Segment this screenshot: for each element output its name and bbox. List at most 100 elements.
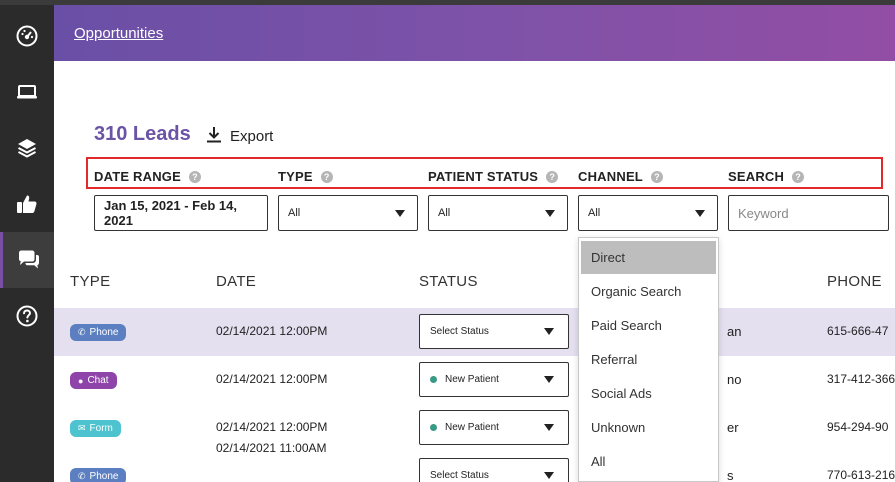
column-header-type[interactable]: TYPE <box>70 273 110 290</box>
laptop-icon <box>16 83 38 101</box>
type-badge: ✆ Phone <box>70 468 127 482</box>
sidebar-item-dashboard[interactable] <box>0 8 54 64</box>
help-tooltip-icon[interactable]: ? <box>320 170 333 183</box>
sidebar-item-devices[interactable] <box>0 64 54 120</box>
row-name[interactable]: s <box>727 468 734 482</box>
date-range-picker[interactable]: Jan 15, 2021 - Feb 14, 2021 <box>94 195 268 231</box>
row-phone: 317-412-366 <box>827 372 895 386</box>
channel-label-text: CHANNEL <box>578 169 643 184</box>
column-header-phone[interactable]: PHONE <box>827 273 882 290</box>
column-header-status[interactable]: STATUS <box>419 273 478 290</box>
type-select[interactable]: All <box>278 195 418 231</box>
type-select-value: All <box>288 207 301 219</box>
chat-bubble-icon: ● <box>78 375 84 386</box>
help-tooltip-icon[interactable]: ? <box>546 170 559 183</box>
help-icon <box>15 304 39 328</box>
status-select-value: New Patient <box>445 422 499 433</box>
type-badge-label: Phone <box>89 471 119 482</box>
chevron-down-icon <box>395 210 405 217</box>
sidebar-item-layers[interactable] <box>0 120 54 176</box>
dashboard-icon <box>15 24 39 48</box>
chevron-down-icon <box>544 472 554 479</box>
type-label: TYPE ? <box>278 169 333 184</box>
row-name[interactable]: no <box>727 372 741 387</box>
channel-select-value: All <box>588 207 601 219</box>
date-range-label-text: DATE RANGE <box>94 169 181 184</box>
sidebar-item-reviews[interactable] <box>0 176 54 232</box>
type-badge-label: Chat <box>87 375 109 386</box>
help-tooltip-icon[interactable]: ? <box>650 170 663 183</box>
channel-option-referral[interactable]: Referral <box>579 342 718 376</box>
type-label-text: TYPE <box>278 169 313 184</box>
table-row[interactable]: ✉ Form 02/14/2021 12:00PM New Patient er… <box>54 404 895 452</box>
chevron-down-icon <box>544 424 554 431</box>
sidebar <box>0 5 54 482</box>
type-badge: ✉ Form <box>70 420 121 437</box>
chevron-down-icon <box>695 210 705 217</box>
patient-status-select[interactable]: All <box>428 195 568 231</box>
download-icon <box>206 126 222 147</box>
row-phone: 954-294-90 <box>827 420 889 434</box>
help-tooltip-icon[interactable]: ? <box>792 170 805 183</box>
phone-icon: ✆ <box>78 471 86 481</box>
row-name[interactable]: er <box>727 420 739 435</box>
channel-option-social-ads[interactable]: Social Ads <box>579 376 718 410</box>
envelope-icon: ✉ <box>78 423 86 433</box>
channel-option-direct[interactable]: Direct <box>581 241 716 274</box>
status-select-value: Select Status <box>430 470 489 481</box>
export-button[interactable]: Export <box>206 126 273 147</box>
breadcrumb-opportunities[interactable]: Opportunities <box>74 25 163 42</box>
type-badge: ✆ Phone <box>70 324 127 341</box>
table-row[interactable]: ✆ Phone 02/14/2021 12:00PM Select Status… <box>54 308 895 356</box>
channel-option-unknown[interactable]: Unknown <box>579 410 718 444</box>
row-date: 02/14/2021 12:00PM <box>216 372 328 386</box>
channel-label: CHANNEL ? <box>578 169 663 184</box>
date-range-label: DATE RANGE ? <box>94 169 201 184</box>
export-label: Export <box>230 128 274 145</box>
status-select-value: New Patient <box>445 374 499 385</box>
sidebar-item-conversations[interactable] <box>0 232 54 288</box>
channel-option-organic-search[interactable]: Organic Search <box>579 274 718 308</box>
search-label: SEARCH ? <box>728 169 805 184</box>
leads-count: 310 Leads <box>94 123 191 145</box>
search-label-text: SEARCH <box>728 169 785 184</box>
date-range-value: Jan 15, 2021 - Feb 14, 2021 <box>104 198 237 228</box>
type-badge: ● Chat <box>70 372 117 389</box>
row-phone: 770-613-216 <box>827 468 895 482</box>
help-tooltip-icon[interactable]: ? <box>188 170 201 183</box>
search-placeholder: Keyword <box>738 205 789 221</box>
channel-dropdown-menu: Direct Organic Search Paid Search Referr… <box>578 237 719 482</box>
row-date: 02/14/2021 12:00PM <box>216 324 328 338</box>
status-select-value: Select Status <box>430 326 489 337</box>
status-select[interactable]: Select Status <box>419 314 569 349</box>
patient-status-label: PATIENT STATUS ? <box>428 169 559 184</box>
patient-status-label-text: PATIENT STATUS <box>428 169 539 184</box>
chevron-down-icon <box>545 210 555 217</box>
patient-status-select-value: All <box>438 207 451 219</box>
sidebar-item-help[interactable] <box>0 288 54 344</box>
chevron-down-icon <box>544 376 554 383</box>
page-header: Opportunities <box>54 5 895 61</box>
channel-option-all[interactable]: All <box>579 444 718 478</box>
thumbs-up-icon <box>16 193 38 215</box>
status-select[interactable]: New Patient <box>419 362 569 397</box>
layers-icon <box>16 137 38 159</box>
type-badge-label: Phone <box>89 327 119 338</box>
row-date: 02/14/2021 11:00AM <box>216 441 327 455</box>
status-select[interactable]: New Patient <box>419 410 569 445</box>
channel-select[interactable]: All <box>578 195 718 231</box>
phone-icon: ✆ <box>78 327 86 337</box>
search-input[interactable]: Keyword <box>728 195 889 231</box>
table-row[interactable]: ● Chat 02/14/2021 12:00PM New Patient no… <box>54 356 895 404</box>
status-select[interactable]: Select Status <box>419 458 569 482</box>
chat-icon <box>17 249 41 271</box>
type-badge-label: Form <box>89 423 113 434</box>
channel-option-paid-search[interactable]: Paid Search <box>579 308 718 342</box>
table-row[interactable]: ✆ Phone 02/14/2021 11:00AM Select Status… <box>54 441 895 482</box>
status-dot <box>430 376 437 383</box>
column-header-date[interactable]: DATE <box>216 273 256 290</box>
status-dot <box>430 424 437 431</box>
chevron-down-icon <box>544 328 554 335</box>
row-name[interactable]: an <box>727 324 741 339</box>
row-phone: 615-666-47 <box>827 324 889 338</box>
